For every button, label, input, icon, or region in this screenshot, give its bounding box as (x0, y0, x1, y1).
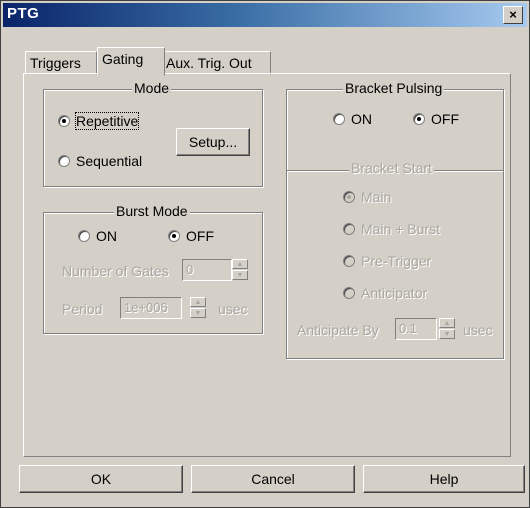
bracket-pulsing-title: Bracket Pulsing (343, 80, 445, 96)
start-pre-trigger-radio[interactable]: Pre-Trigger (343, 252, 431, 270)
sequential-radio[interactable]: Sequential (58, 152, 142, 170)
mode-group: Mode Repetitive Sequential Setup... (43, 80, 263, 187)
spin-up-icon[interactable]: ▲ (190, 297, 206, 307)
number-of-gates-input[interactable]: 0 (182, 259, 232, 281)
start-anticipator-label: Anticipator (361, 285, 428, 301)
radio-selected-icon (58, 115, 70, 127)
anticipate-spinner[interactable]: ▲ ▼ (439, 318, 455, 340)
start-pre-trigger-label: Pre-Trigger (361, 253, 432, 269)
period-spinner[interactable]: ▲ ▼ (190, 297, 206, 319)
setup-button[interactable]: Setup... (176, 128, 250, 156)
repetitive-radio[interactable]: Repetitive (58, 112, 140, 130)
ptg-dialog: PTG × Triggers Gating Aux. Trig. Out Mod… (0, 0, 530, 508)
radio-unselected-icon (343, 223, 355, 235)
radio-selected-icon (168, 230, 180, 242)
gating-tab-panel: Mode Repetitive Sequential Setup... Burs… (23, 73, 511, 457)
radio-unselected-icon (58, 155, 70, 167)
spin-down-icon[interactable]: ▼ (232, 270, 248, 280)
bracket-start-title: Bracket Start (349, 160, 434, 176)
radio-unselected-icon (343, 287, 355, 299)
start-main-burst-label: Main + Burst (361, 221, 440, 237)
radio-selected-icon (413, 113, 425, 125)
close-icon[interactable]: × (503, 6, 523, 24)
radio-unselected-icon (343, 255, 355, 267)
period-unit: usec (218, 301, 248, 317)
burst-off-radio[interactable]: OFF (168, 227, 214, 245)
bracket-on-label: ON (351, 111, 372, 127)
window-title: PTG (7, 5, 40, 22)
tab-aux-trig-out[interactable]: Aux. Trig. Out (161, 51, 271, 75)
radio-unselected-icon (333, 113, 345, 125)
gates-spinner[interactable]: ▲ ▼ (232, 259, 248, 281)
period-input[interactable]: 1e+006 (120, 297, 182, 319)
title-bar[interactable]: PTG × (3, 3, 527, 27)
burst-mode-title: Burst Mode (114, 203, 190, 219)
bracket-off-radio[interactable]: OFF (413, 110, 459, 128)
tab-triggers[interactable]: Triggers (25, 51, 97, 75)
radio-unselected-icon (78, 230, 90, 242)
mode-group-title: Mode (132, 80, 172, 96)
burst-on-radio[interactable]: ON (78, 227, 117, 245)
burst-off-label: OFF (186, 228, 214, 244)
ok-button[interactable]: OK (19, 465, 183, 493)
repetitive-label: Repetitive (74, 112, 140, 130)
anticipate-by-input[interactable]: 0.1 (395, 318, 437, 340)
bracket-pulsing-group: Bracket Pulsing ON OFF Bracket Start Mai… (286, 80, 504, 359)
burst-mode-group: Burst Mode ON OFF Number of Gates 0 ▲ ▼ P… (43, 203, 263, 334)
start-main-burst-radio[interactable]: Main + Burst (343, 220, 440, 238)
start-anticipator-radio[interactable]: Anticipator (343, 284, 427, 302)
start-main-label: Main (361, 189, 392, 205)
start-main-radio[interactable]: Main (343, 188, 391, 206)
bracket-off-label: OFF (431, 111, 459, 127)
radio-selected-icon (343, 191, 355, 203)
spin-up-icon[interactable]: ▲ (232, 259, 248, 269)
spin-down-icon[interactable]: ▼ (439, 329, 455, 339)
spin-down-icon[interactable]: ▼ (190, 308, 206, 318)
number-of-gates-label: Number of Gates (62, 263, 169, 279)
spin-up-icon[interactable]: ▲ (439, 318, 455, 328)
help-button[interactable]: Help (363, 465, 525, 493)
sequential-label: Sequential (76, 153, 143, 169)
anticipate-by-label: Anticipate By (297, 322, 379, 338)
anticipate-unit: usec (463, 322, 493, 338)
bracket-on-radio[interactable]: ON (333, 110, 372, 128)
tab-gating[interactable]: Gating (97, 47, 165, 76)
cancel-button[interactable]: Cancel (191, 465, 355, 493)
period-label: Period (62, 301, 103, 317)
burst-on-label: ON (96, 228, 117, 244)
